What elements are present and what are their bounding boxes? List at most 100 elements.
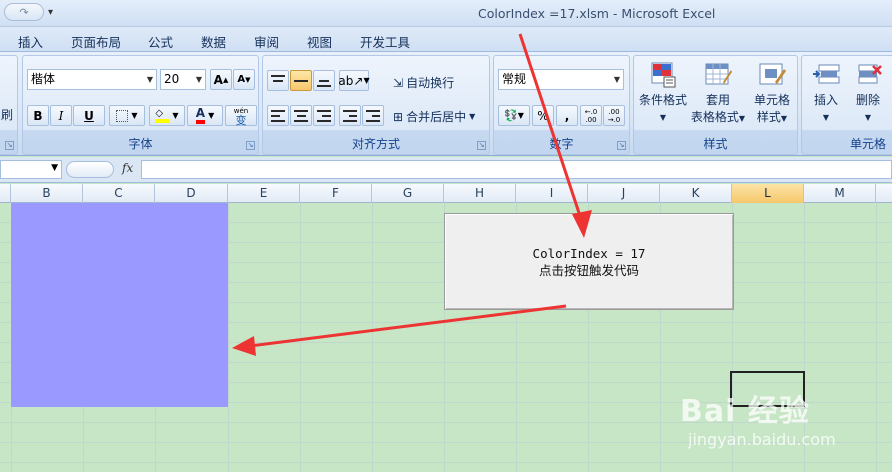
formula-bar-handle[interactable] xyxy=(66,161,114,178)
paint-bucket-icon: ◇ xyxy=(155,108,170,123)
redo-icon: ↷ xyxy=(19,5,29,19)
align-bottom-button[interactable] xyxy=(313,70,335,91)
align-top-button[interactable] xyxy=(267,70,289,91)
name-box[interactable]: ▼ xyxy=(0,160,62,179)
number-launcher-icon[interactable]: ↘ xyxy=(617,141,626,150)
alignment-launcher-icon[interactable]: ↘ xyxy=(477,141,486,150)
percent-button[interactable]: % xyxy=(532,105,554,126)
column-header-k[interactable]: K xyxy=(660,184,732,203)
orientation-button[interactable]: ab↗ ▼ xyxy=(338,70,370,91)
chevron-down-icon: ▼ xyxy=(146,75,153,84)
qat-customize-button[interactable]: ▾ xyxy=(48,7,53,18)
quick-access-toolbar: ↷ ▾ xyxy=(4,3,53,21)
phonetic-button[interactable]: wén 变 xyxy=(225,105,257,126)
column-header-h[interactable]: H xyxy=(444,184,516,203)
grow-font-button[interactable]: A ▲ xyxy=(210,69,232,90)
insert-function-icon[interactable]: fx xyxy=(122,161,133,175)
decrease-indent-button[interactable] xyxy=(339,105,361,126)
tab-formulas[interactable]: 公式 xyxy=(148,32,173,51)
align-bottom-icon xyxy=(317,75,331,87)
borders-button[interactable]: ▼ xyxy=(109,105,145,126)
window-title: ColorIndex =17.xlsm - Microsoft Excel xyxy=(478,6,716,21)
number-group: 常规 ▼ 💱 ▼ % , ←.0 .00 .00 →.0 数字 ↘ xyxy=(493,55,630,155)
align-right-icon xyxy=(317,109,331,122)
accounting-format-button[interactable]: 💱 ▼ xyxy=(498,105,530,126)
formula-bar: ▼ fx xyxy=(0,157,892,183)
insert-cells-button[interactable]: 插入 ▼ xyxy=(806,60,846,126)
format-as-table-button[interactable]: 套用 表格格式▼ xyxy=(690,60,746,127)
align-center-button[interactable] xyxy=(290,105,312,126)
column-header-f[interactable]: F xyxy=(300,184,372,203)
number-format-select[interactable]: 常规 ▼ xyxy=(498,69,624,90)
tab-view[interactable]: 视图 xyxy=(307,32,332,51)
baidu-watermark-url: jingyan.baidu.com xyxy=(688,430,836,449)
increase-decimal-button[interactable]: ←.0 .00 xyxy=(580,105,602,126)
gridline xyxy=(228,203,229,472)
font-color-button[interactable]: A ▼ xyxy=(187,105,223,126)
tab-developer[interactable]: 开发工具 xyxy=(360,32,410,51)
baidu-watermark-logo: Bai 经验 xyxy=(680,394,810,429)
align-right-button[interactable] xyxy=(313,105,335,126)
macro-button[interactable]: ColorIndex = 17 点击按钮触发代码 xyxy=(444,213,734,310)
shrink-font-button[interactable]: A ▼ xyxy=(233,69,255,90)
font-name-select[interactable]: 楷体 ▼ xyxy=(27,69,157,90)
column-header-c[interactable]: C xyxy=(83,184,155,203)
insert-cells-icon xyxy=(813,64,840,84)
align-left-button[interactable] xyxy=(267,105,289,126)
conditional-formatting-button[interactable]: 条件格式 ▼ xyxy=(638,60,688,126)
column-header-partial[interactable] xyxy=(0,184,11,203)
italic-button[interactable]: I xyxy=(50,105,72,126)
alignment-group: ab↗ ▼ ⇲ 自动换行 ⊞ 合并后居中 ▼ 对齐方式 ↘ xyxy=(262,55,490,155)
format-painter-label[interactable]: 刷 xyxy=(1,106,13,123)
title-bar: ↷ ▾ ColorIndex =17.xlsm - Microsoft Exce… xyxy=(0,0,892,27)
comma-button[interactable]: , xyxy=(556,105,578,126)
column-header-i[interactable]: I xyxy=(516,184,588,203)
align-left-icon xyxy=(271,109,285,122)
align-middle-button[interactable] xyxy=(290,70,312,91)
font-size-select[interactable]: 20 ▼ xyxy=(160,69,206,90)
column-header-j[interactable]: J xyxy=(588,184,660,203)
increase-indent-button[interactable] xyxy=(362,105,384,126)
gridline xyxy=(876,203,877,472)
tab-insert[interactable]: 插入 xyxy=(18,32,43,51)
tab-data[interactable]: 数据 xyxy=(201,32,226,51)
cell-style-icon xyxy=(759,63,786,85)
underline-button[interactable]: U xyxy=(73,105,105,126)
column-header-m[interactable]: M xyxy=(804,184,876,203)
chevron-down-icon: ▼ xyxy=(613,75,620,84)
filled-cell-range[interactable] xyxy=(11,203,228,407)
ribbon-tabs: 插入 页面布局 公式 数据 审阅 视图 开发工具 xyxy=(0,27,892,52)
column-header-d[interactable]: D xyxy=(155,184,228,203)
border-icon xyxy=(116,109,129,122)
currency-icon: 💱 xyxy=(504,109,518,122)
redo-button[interactable]: ↷ xyxy=(4,3,44,21)
gridline xyxy=(372,203,373,472)
decrease-decimal-button[interactable]: .00 →.0 xyxy=(603,105,625,126)
align-center-icon xyxy=(294,109,308,122)
font-launcher-icon[interactable]: ↘ xyxy=(246,141,255,150)
fill-color-button[interactable]: ◇ ▼ xyxy=(149,105,185,126)
wrap-text-button[interactable]: ⇲ 自动换行 xyxy=(393,74,454,91)
chevron-down-icon: ▼ xyxy=(51,163,58,173)
cells-group-label: 单元格 xyxy=(850,137,887,151)
delete-cells-button[interactable]: 删除 ▼ xyxy=(848,60,888,126)
macro-button-label-line1: ColorIndex = 17 xyxy=(532,245,646,261)
tab-review[interactable]: 审阅 xyxy=(254,32,279,51)
font-group-label: 字体 xyxy=(128,137,153,151)
macro-button-label-line2: 点击按钮触发代码 xyxy=(538,262,639,278)
wrap-text-icon: ⇲ xyxy=(393,75,404,90)
column-header-partial-right[interactable] xyxy=(876,184,892,203)
column-header-b[interactable]: B xyxy=(11,184,83,203)
clipboard-launcher-icon[interactable]: ↘ xyxy=(5,141,14,150)
column-header-e[interactable]: E xyxy=(228,184,300,203)
column-header-g[interactable]: G xyxy=(372,184,444,203)
table-style-icon xyxy=(705,63,732,85)
tab-page-layout[interactable]: 页面布局 xyxy=(71,32,121,51)
cell-styles-button[interactable]: 单元格 样式▼ xyxy=(748,60,796,127)
chevron-down-icon: ▼ xyxy=(195,75,202,84)
font-group: 楷体 ▼ 20 ▼ A ▲ A ▼ B I U ▼ ◇ ▼ A ▼ wén 变 字体 ↘ xyxy=(22,55,259,155)
bold-button[interactable]: B xyxy=(27,105,49,126)
column-header-l[interactable]: L xyxy=(732,184,804,203)
merge-center-button[interactable]: ⊞ 合并后居中 ▼ xyxy=(393,108,475,125)
formula-input[interactable] xyxy=(141,160,892,179)
